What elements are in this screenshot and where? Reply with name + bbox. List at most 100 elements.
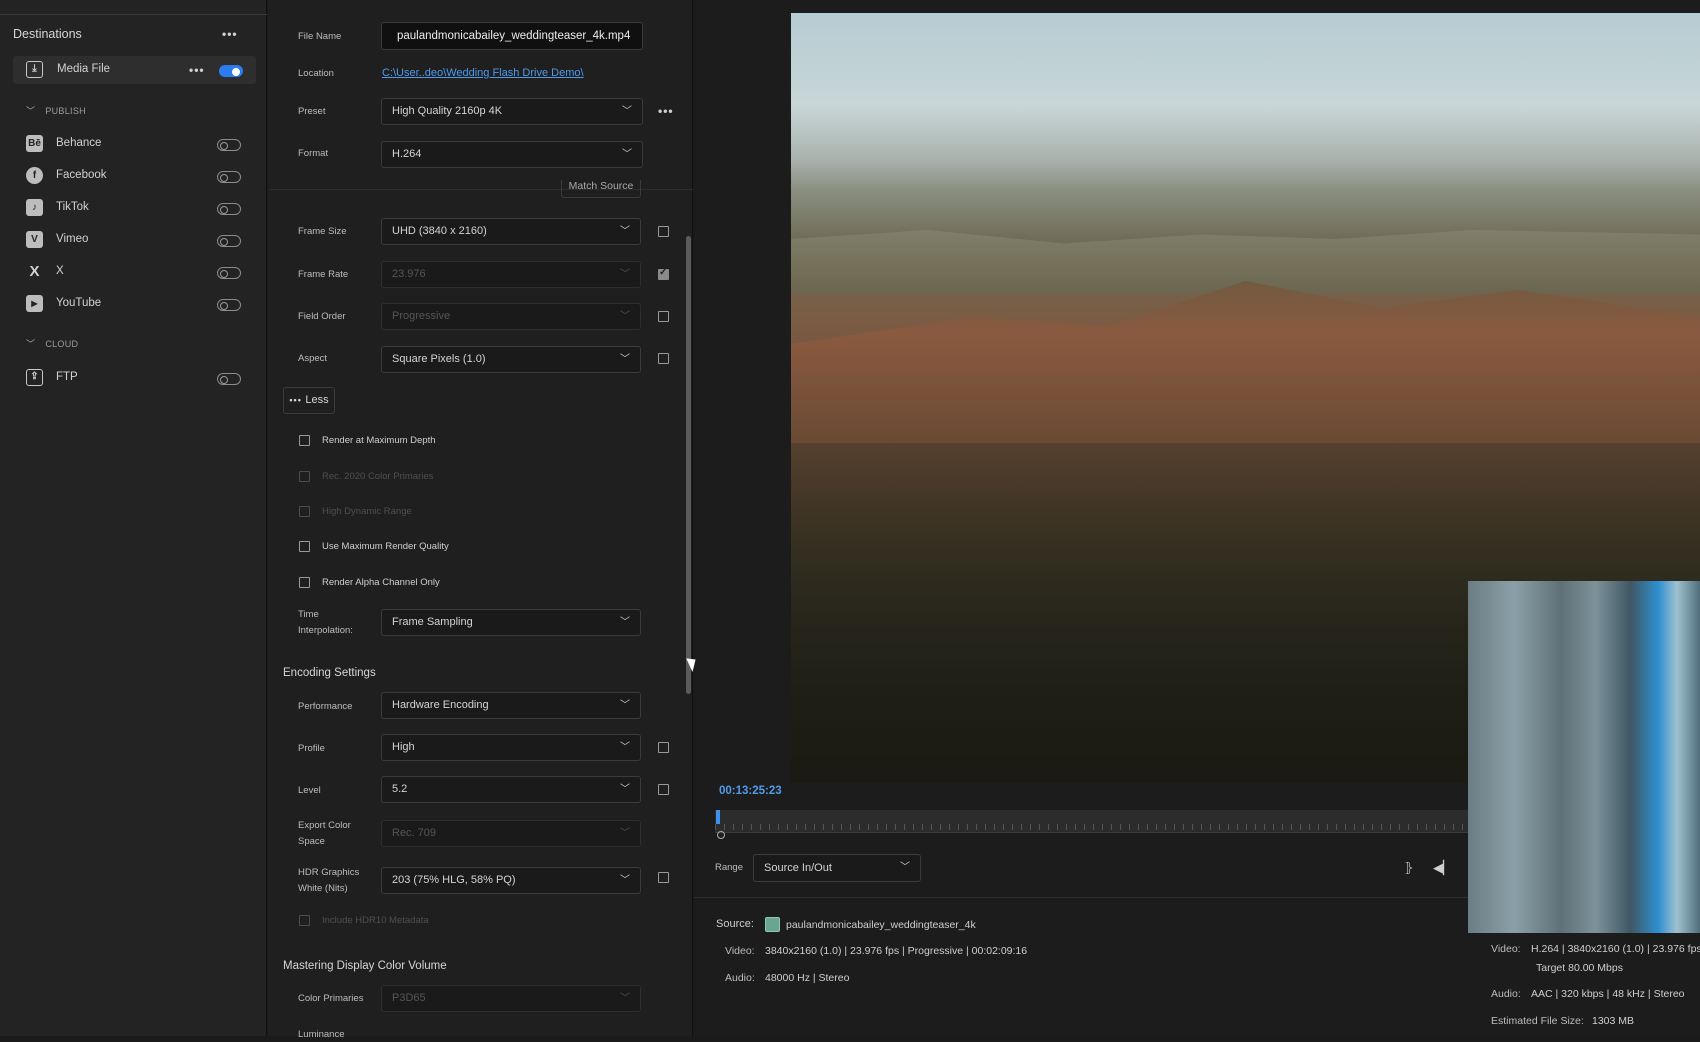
preset-more-icon[interactable]: ••• xyxy=(658,104,674,118)
frame-size-dropdown[interactable]: UHD (3840 x 2160) ﹀ xyxy=(381,218,641,245)
file-name-input[interactable]: paulandmonicabailey_weddingteaser_4k.mp4 xyxy=(381,22,643,50)
range-dropdown[interactable]: Source In/Out ﹀ xyxy=(753,854,921,882)
destinations-title: Destinations xyxy=(13,27,82,41)
output-video-label: Video: xyxy=(1491,943,1521,955)
rec2020-label: Rec. 2020 Color Primaries xyxy=(322,471,434,482)
location-link[interactable]: C:\User..deo\Wedding Flash Drive Demo\ xyxy=(382,67,584,79)
level-value: 5.2 xyxy=(392,783,408,795)
timeline-scrubber[interactable] xyxy=(715,810,1468,833)
chevron-down-icon: ﹀ xyxy=(620,875,630,886)
color-primaries-dropdown[interactable]: P3D65 ﹀ xyxy=(381,985,641,1012)
chevron-down-icon: ﹀ xyxy=(620,617,630,628)
hdr-white-value: 203 (75% HLG, 58% PQ) xyxy=(392,874,516,886)
hdr-label: High Dynamic Range xyxy=(322,506,412,517)
source-video-label: Video: xyxy=(725,945,755,957)
aspect-dropdown[interactable]: Square Pixels (1.0) ﹀ xyxy=(381,346,641,373)
destinations-more-icon[interactable]: ••• xyxy=(222,27,238,41)
aspect-label: Aspect xyxy=(298,353,328,364)
field-order-value: Progressive xyxy=(392,310,451,322)
hdr-white-dropdown[interactable]: 203 (75% HLG, 58% PQ) ﹀ xyxy=(381,867,641,894)
source-name: paulandmonicabailey_weddingteaser_4k xyxy=(786,919,976,931)
profile-dropdown[interactable]: High ﹀ xyxy=(381,734,641,761)
level-checkbox[interactable] xyxy=(658,784,669,795)
step-back-icon[interactable]: ◀▏ xyxy=(1433,860,1453,876)
frame-rate-match-checkbox[interactable] xyxy=(658,267,669,280)
destination-youtube[interactable]: ▶ YouTube xyxy=(0,290,267,318)
less-button[interactable]: ••• Less xyxy=(283,387,335,414)
behance-toggle[interactable] xyxy=(217,139,241,151)
time-interpolation-value: Frame Sampling xyxy=(392,616,473,628)
file-name-label: File Name xyxy=(298,31,342,42)
output-audio-label: Audio: xyxy=(1491,988,1521,1000)
format-label: Format xyxy=(298,148,329,159)
x-toggle[interactable] xyxy=(217,267,241,279)
destination-vimeo[interactable]: V Vimeo xyxy=(0,226,267,254)
publish-section-header[interactable]: ﹀ PUBLISH xyxy=(26,104,86,117)
destination-behance[interactable]: Bē Behance xyxy=(0,130,267,158)
source-video-info: 3840x2160 (1.0) | 23.976 fps | Progressi… xyxy=(765,945,1028,957)
time-interpolation-dropdown[interactable]: Frame Sampling ﹀ xyxy=(381,609,641,636)
aspect-checkbox[interactable] xyxy=(658,353,669,364)
color-primaries-label: Color Primaries xyxy=(298,993,364,1004)
media-file-more-icon[interactable]: ••• xyxy=(189,63,205,77)
tiktok-icon: ♪ xyxy=(26,199,43,216)
field-order-checkbox[interactable] xyxy=(658,311,669,322)
facebook-toggle[interactable] xyxy=(217,171,241,183)
tiktok-toggle[interactable] xyxy=(217,203,241,215)
x-icon: X xyxy=(29,263,40,280)
export-color-space-label-2: Space xyxy=(298,836,325,847)
chevron-down-icon: ﹀ xyxy=(620,269,630,280)
ftp-toggle[interactable] xyxy=(217,373,241,385)
settings-scrollbar[interactable] xyxy=(686,236,691,694)
level-label: Level xyxy=(298,785,321,796)
destination-x[interactable]: X X xyxy=(0,258,267,286)
media-file-toggle[interactable] xyxy=(219,65,243,77)
field-order-label: Field Order xyxy=(298,311,346,322)
max-render-quality-checkbox[interactable] xyxy=(299,541,310,552)
frame-size-override-checkbox[interactable] xyxy=(658,226,669,237)
format-value: H.264 xyxy=(392,148,422,160)
divider xyxy=(0,14,267,15)
sequence-file-icon xyxy=(765,917,780,932)
performance-dropdown[interactable]: Hardware Encoding ﹀ xyxy=(381,692,641,719)
chevron-down-icon: ﹀ xyxy=(620,354,630,365)
level-dropdown[interactable]: 5.2 ﹀ xyxy=(381,776,641,803)
chevron-down-icon: ﹀ xyxy=(620,700,630,711)
hdr-checkbox[interactable] xyxy=(299,506,310,517)
field-order-dropdown[interactable]: Progressive ﹀ xyxy=(381,303,641,330)
export-color-space-dropdown[interactable]: Rec. 709 ﹀ xyxy=(381,820,641,847)
chevron-down-icon: ﹀ xyxy=(26,106,36,116)
destination-facebook[interactable]: f Facebook xyxy=(0,162,267,190)
ellipsis-icon: ••• xyxy=(289,395,306,405)
vimeo-toggle[interactable] xyxy=(217,235,241,247)
time-interpolation-label-2: Interpolation: xyxy=(298,625,353,636)
download-icon: ⤓ xyxy=(26,61,43,78)
profile-checkbox[interactable] xyxy=(658,742,669,753)
hdr10-metadata-checkbox[interactable] xyxy=(299,915,310,926)
frame-rate-dropdown[interactable]: 23.976 ﹀ xyxy=(381,261,641,288)
destination-ftp[interactable]: ⇪ FTP xyxy=(0,364,267,392)
destination-media-file[interactable]: ⤓ Media File ••• xyxy=(13,56,256,84)
max-render-quality-label: Use Maximum Render Quality xyxy=(322,541,449,552)
youtube-toggle[interactable] xyxy=(217,299,241,311)
format-dropdown[interactable]: H.264 ﹀ xyxy=(381,141,643,168)
rec2020-checkbox[interactable] xyxy=(299,471,310,482)
behance-icon: Bē xyxy=(26,135,43,152)
performance-label: Performance xyxy=(298,701,353,712)
preset-dropdown[interactable]: High Quality 2160p 4K ﹀ xyxy=(381,98,643,125)
cloud-label: CLOUD xyxy=(45,339,79,349)
hdr-white-checkbox[interactable] xyxy=(658,872,669,883)
in-point-handle[interactable] xyxy=(717,831,725,839)
render-max-depth-checkbox[interactable] xyxy=(299,435,310,446)
destination-label: X xyxy=(56,265,64,277)
export-color-space-value: Rec. 709 xyxy=(392,827,437,839)
mark-out-icon[interactable]: ⦄ xyxy=(1404,860,1414,876)
alpha-only-checkbox[interactable] xyxy=(299,577,310,588)
playhead[interactable] xyxy=(716,810,720,824)
cloud-section-header[interactable]: ﹀ CLOUD xyxy=(26,337,78,350)
preset-value: High Quality 2160p 4K xyxy=(392,105,503,117)
chevron-down-icon: ﹀ xyxy=(900,862,910,873)
chevron-down-icon: ﹀ xyxy=(620,226,630,237)
destination-tiktok[interactable]: ♪ TikTok xyxy=(0,194,267,222)
match-source-button[interactable]: Match Source xyxy=(561,180,641,198)
